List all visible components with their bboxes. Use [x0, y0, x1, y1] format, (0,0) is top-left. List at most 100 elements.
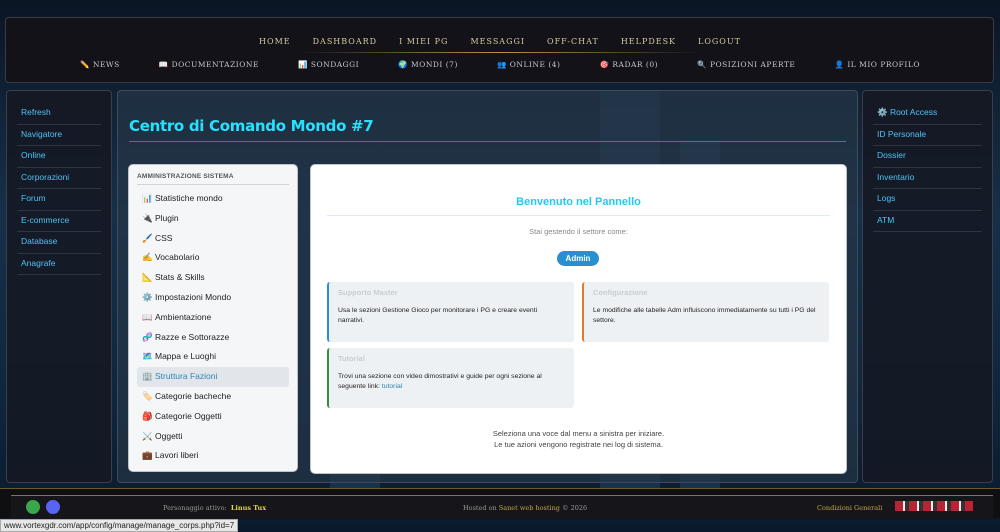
top-nav-item[interactable]: HOME	[259, 37, 291, 46]
sub-nav-icon: 🔍	[697, 60, 707, 69]
whatsapp-icon[interactable]	[26, 500, 40, 514]
admin-menu-icon: 🗺️	[142, 351, 153, 362]
left-sidebar-item[interactable]: Online	[17, 146, 101, 168]
left-sidebar-item[interactable]: Anagrafe	[17, 254, 101, 275]
card-title: Configurazione	[593, 288, 648, 297]
sub-nav-icon: 👤	[834, 60, 845, 69]
admin-menu-icon: 📐	[142, 272, 153, 283]
right-sidebar-item[interactable]: ⚙️ Root Access	[873, 103, 982, 125]
admin-menu-item[interactable]: 🎒 Categorie Oggetti	[137, 407, 289, 427]
title-divider	[129, 141, 846, 142]
admin-menu-icon: 📖	[142, 311, 153, 322]
sub-nav-label: MONDI (7)	[411, 60, 458, 69]
hosting-link[interactable]: Sanet web hosting	[499, 504, 560, 512]
sub-nav-icon: ✏️	[80, 60, 90, 69]
admin-menu-item[interactable]: 🏷️ Categorie bacheche	[137, 387, 289, 407]
discord-icon[interactable]	[46, 500, 60, 514]
left-sidebar-item[interactable]: Corporazioni	[17, 168, 101, 189]
sub-nav-label: SONDAGGI	[310, 60, 360, 69]
page-title: Centro di Comando Mondo #7	[129, 117, 374, 135]
admin-menu-label: Stats & Skills	[155, 272, 205, 283]
secondary-navigation: ✏️ NEWS 📖 DOCUMENTAZIONE 📊 SONDAGGI 🌍 MONDI (7)…	[80, 60, 920, 69]
right-sidebar-item[interactable]: ID Personale	[873, 125, 982, 146]
welcome-footer-line: Le tue azioni vengono registrate nei log…	[494, 439, 663, 449]
admin-menu-label: Razze e Sottorazze	[155, 331, 230, 342]
role-badge: Admin	[557, 251, 599, 266]
welcome-panel: Benvenuto nel Pannello Stai gestendo il …	[310, 164, 847, 474]
sub-nav-item[interactable]: 🌍 MONDI (7)	[398, 60, 458, 69]
main-panel: Centro di Comando Mondo #7 AMMINISTRAZIO…	[117, 90, 858, 483]
admin-menu-icon: 🧬	[142, 331, 153, 342]
active-character-name[interactable]: Linus Tux	[231, 504, 266, 512]
top-nav-item[interactable]: OFF-CHAT	[547, 37, 599, 46]
admin-menu-label: Plugin	[155, 212, 179, 223]
main-navigation: HOME DASHBOARD I MIEI PG MESSAGGI OFF-CHAT HE…	[0, 37, 1000, 46]
card-title: Supporto Master	[338, 288, 398, 297]
nav-divider	[300, 52, 700, 53]
admin-menu: AMMINISTRAZIONE SISTEMA 📊 Statistiche mon…	[128, 164, 298, 472]
top-navigation-frame	[5, 17, 994, 83]
top-nav-item[interactable]: MESSAGGI	[470, 37, 525, 46]
conditions-link[interactable]: Condizioni Generali	[817, 504, 882, 512]
info-card-supporto: Supporto Master Usa le sezioni Gestione …	[327, 282, 574, 342]
top-nav-item[interactable]: HELPDESK	[621, 37, 676, 46]
sub-nav-item[interactable]: 👤 IL MIO PROFILO	[834, 60, 919, 69]
admin-menu-heading: AMMINISTRAZIONE SISTEMA	[137, 173, 289, 185]
sub-nav-label: DOCUMENTAZIONE	[171, 60, 259, 69]
hosting-suffix: © 2026	[559, 504, 588, 512]
right-sidebar-item[interactable]: Logs	[873, 189, 982, 211]
card-body-text: Trovi una sezione con video dimostrativi…	[338, 373, 542, 390]
card-body: Trovi una sezione con video dimostrativi…	[338, 372, 565, 392]
right-sidebar-item[interactable]: Dossier	[873, 146, 982, 168]
left-sidebar-item[interactable]: E-commerce	[17, 211, 101, 232]
sub-nav-icon: 📊	[298, 60, 308, 69]
left-sidebar-item[interactable]: Forum	[17, 189, 101, 211]
admin-menu-icon: 🔌	[142, 212, 153, 223]
sub-nav-icon: 👥	[496, 60, 507, 69]
admin-menu-item[interactable]: 📐 Stats & Skills	[137, 268, 289, 288]
sub-nav-label: IL MIO PROFILO	[847, 60, 920, 69]
top-nav-item[interactable]: I MIEI PG	[399, 37, 448, 46]
left-sidebar-item[interactable]: Navigatore	[17, 125, 101, 146]
admin-menu-item[interactable]: ⚔️ Oggetti	[137, 427, 289, 447]
info-card-configurazione: Configurazione Le modifiche alle tabelle…	[582, 282, 829, 342]
top-nav-item[interactable]: DASHBOARD	[313, 37, 377, 46]
admin-menu-item[interactable]: ✍️ Vocabolario	[137, 248, 289, 268]
badge-icons	[895, 501, 973, 511]
sub-nav-label: POSIZIONI APERTE	[709, 60, 796, 69]
welcome-footer: Seleziona una voce dal menu a sinistra p…	[311, 429, 846, 450]
admin-menu-icon: 💼	[142, 450, 153, 461]
welcome-footer-line: Seleziona una voce dal menu a sinistra p…	[492, 429, 665, 438]
admin-menu-item[interactable]: 🏢 Struttura Fazioni	[137, 367, 289, 387]
admin-menu-label: Lavori liberi	[155, 450, 199, 461]
admin-menu-item[interactable]: ⚙️ Impostazioni Mondo	[137, 288, 289, 308]
admin-menu-icon: ✍️	[142, 252, 153, 263]
admin-menu-label: Vocabolario	[155, 252, 200, 263]
admin-menu-item[interactable]: 🖌️ CSS	[137, 229, 289, 249]
tutorial-link[interactable]: tutorial	[382, 383, 402, 390]
admin-menu-item[interactable]: 🔌 Plugin	[137, 209, 289, 229]
right-sidebar: ⚙️ Root Access ID Personale Dossier Inventa…	[862, 90, 993, 483]
admin-menu-label: Mappa e Luoghi	[155, 351, 216, 362]
sub-nav-label: RADAR (0)	[612, 60, 659, 69]
right-sidebar-item[interactable]: Inventario	[873, 168, 982, 189]
admin-menu-label: Statistiche mondo	[155, 193, 223, 203]
sub-nav-item[interactable]: 🔍 POSIZIONI APERTE	[697, 60, 795, 69]
admin-menu-item[interactable]: 🧬 Razze e Sottorazze	[137, 328, 289, 348]
sub-nav-item[interactable]: ✏️ NEWS	[80, 60, 120, 69]
hosting-credit: Hosted on Sanet web hosting © 2026	[463, 504, 587, 512]
right-sidebar-item[interactable]: ATM	[873, 211, 982, 232]
sub-nav-item[interactable]: 📖 DOCUMENTAZIONE	[159, 60, 259, 69]
admin-menu-label: Categorie Oggetti	[155, 410, 222, 421]
sub-nav-item[interactable]: 👥 ONLINE (4)	[497, 60, 561, 69]
admin-menu-item[interactable]: 📖 Ambientazione	[137, 308, 289, 328]
admin-menu-item[interactable]: 🗺️ Mappa e Luoghi	[137, 347, 289, 367]
left-sidebar-item[interactable]: Refresh	[17, 103, 101, 125]
admin-menu-item[interactable]: 📊 Statistiche mondo	[137, 189, 289, 209]
sub-nav-item[interactable]: 📊 SONDAGGI	[298, 60, 359, 69]
sub-nav-item[interactable]: 🎯 RADAR (0)	[600, 60, 659, 69]
admin-menu-item[interactable]: 💼 Lavori liberi	[137, 446, 289, 466]
top-nav-item[interactable]: LOGOUT	[698, 37, 741, 46]
left-sidebar-item[interactable]: Database	[17, 232, 101, 254]
admin-menu-icon: 🏢	[142, 371, 153, 382]
